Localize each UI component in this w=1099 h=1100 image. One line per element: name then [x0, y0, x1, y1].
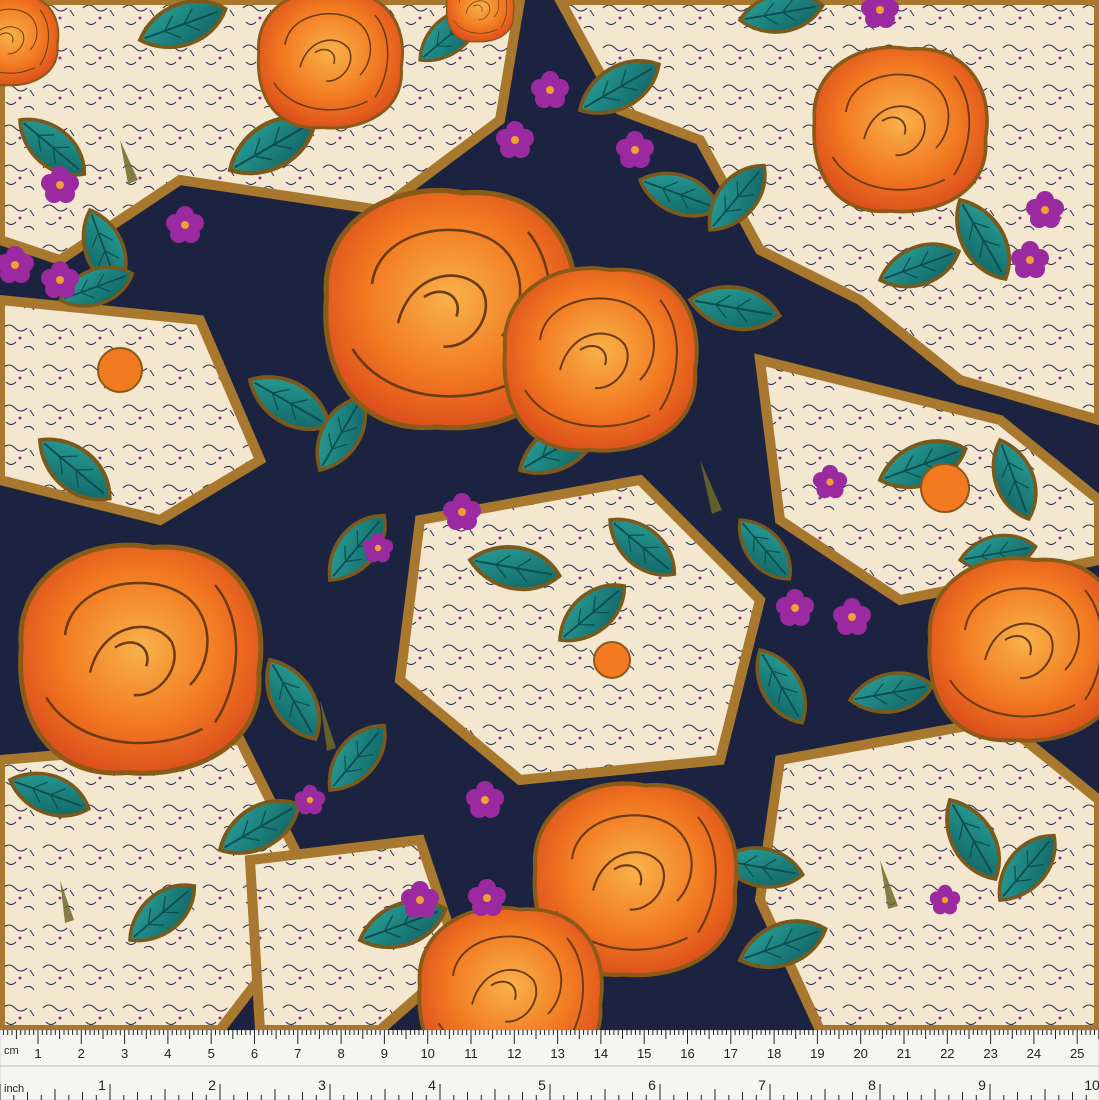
inch-label: 4	[428, 1077, 436, 1093]
cm-unit-label: cm	[4, 1045, 19, 1057]
inch-unit-label: inch	[4, 1083, 24, 1095]
inch-label: 2	[208, 1077, 216, 1093]
cm-label: 13	[550, 1046, 564, 1061]
cm-label: 16	[680, 1046, 694, 1061]
photo-frame: 1 2 3 4 5 6 7 8 9 10 11 12 13 14 15 16 17 18 19 20 21 22 23 24 2…	[0, 0, 1099, 1100]
cm-label: 6	[251, 1046, 258, 1061]
cm-label: 19	[810, 1046, 824, 1061]
cm-label: 21	[897, 1046, 911, 1061]
cm-label: 5	[208, 1046, 215, 1061]
inch-label: 6	[648, 1077, 656, 1093]
cm-label: 1	[34, 1046, 41, 1061]
cm-label: 2	[78, 1046, 85, 1061]
cm-label: 10	[420, 1046, 434, 1061]
cm-label: 8	[337, 1046, 344, 1061]
inch-label: 1	[98, 1077, 106, 1093]
cm-label: 15	[637, 1046, 651, 1061]
cm-label: 20	[853, 1046, 867, 1061]
cm-label: 4	[164, 1046, 171, 1061]
cm-label: 17	[724, 1046, 738, 1061]
cm-label: 24	[1027, 1046, 1041, 1061]
cm-label: 9	[381, 1046, 388, 1061]
inch-label: 7	[758, 1077, 766, 1093]
cm-label: 22	[940, 1046, 954, 1061]
cm-label: 7	[294, 1046, 301, 1061]
inch-label: 5	[538, 1077, 546, 1093]
cm-label: 18	[767, 1046, 781, 1061]
inch-label: 3	[318, 1077, 326, 1093]
cm-label: 25	[1070, 1046, 1084, 1061]
inch-label: 9	[978, 1077, 986, 1093]
floral-fabric-image	[0, 0, 1099, 1030]
cm-label: 23	[983, 1046, 997, 1061]
cm-label: 11	[464, 1046, 478, 1061]
inch-label: 8	[868, 1077, 876, 1093]
inch-label: 10	[1084, 1077, 1099, 1093]
cm-label: 14	[594, 1046, 608, 1061]
cm-label: 3	[121, 1046, 128, 1061]
cm-label: 12	[507, 1046, 521, 1061]
measuring-ruler: 1 2 3 4 5 6 7 8 9 10 11 12 13 14 15 16 17 18 19 20 21 22 23 24 2…	[0, 1030, 1099, 1100]
